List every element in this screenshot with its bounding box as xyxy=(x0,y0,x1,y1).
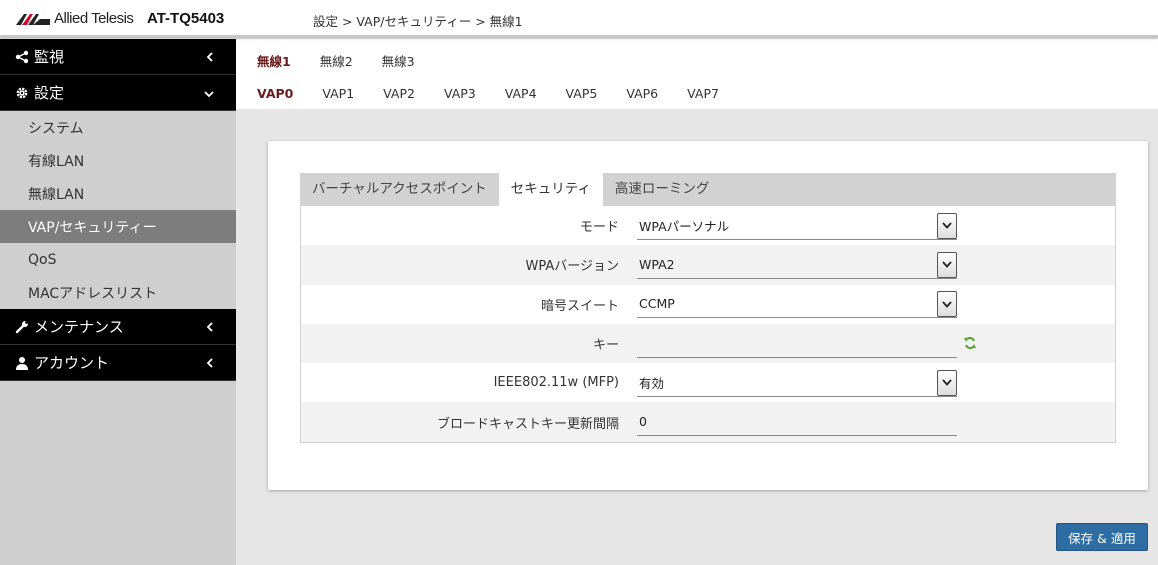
top-header: Allied Telesis AT-TQ5403 設定 > VAP/セキュリティ… xyxy=(0,0,1158,37)
wpa-version-label: WPAバージョン xyxy=(525,259,620,275)
sidebar-section-monitor[interactable]: 監視 xyxy=(0,39,236,75)
share-icon xyxy=(13,50,31,64)
mfp-label: IEEE802.11w (MFP) xyxy=(493,375,619,391)
chevron-down-icon xyxy=(937,251,957,278)
sidebar-section-label: アカウント xyxy=(34,354,110,372)
vap-tab-row: VAP0 VAP1 VAP2 VAP3 VAP4 VAP5 VAP6 VAP7 xyxy=(236,78,719,108)
chevron-left-icon xyxy=(206,357,214,371)
chevron-down-icon xyxy=(937,212,957,239)
tab-vap6[interactable]: VAP6 xyxy=(626,86,658,101)
sidebar-section-label: 設定 xyxy=(34,84,65,102)
tab-vap1[interactable]: VAP1 xyxy=(322,86,354,101)
form-row-key: キー xyxy=(301,323,1115,364)
sidebar-item-mac-address-list[interactable]: MACアドレスリスト xyxy=(0,276,236,309)
tab-vap0[interactable]: VAP0 xyxy=(257,86,293,101)
sidebar-item-wireless-lan[interactable]: 無線LAN xyxy=(0,177,236,210)
sidebar-section-maintenance[interactable]: メンテナンス xyxy=(0,309,236,345)
tab-vap3[interactable]: VAP3 xyxy=(444,86,476,101)
form-row-wpa-version: WPAバージョン WPA2 xyxy=(301,245,1115,285)
tab-bar: 無線1 無線2 無線3 VAP0 VAP1 VAP2 VAP3 VAP4 VAP… xyxy=(236,39,1158,109)
sidebar-item-vap-security[interactable]: VAP/セキュリティー xyxy=(0,210,236,243)
sidebar: 監視 設定 システム 有線LAN 無線LAN VAP/セキュリティー QoS M… xyxy=(0,39,236,565)
tab-radio3[interactable]: 無線3 xyxy=(382,51,415,70)
tab-vap5[interactable]: VAP5 xyxy=(566,86,598,101)
cipher-suite-value: CCMP xyxy=(639,296,675,312)
broadcast-key-interval-label: ブロードキャストキー更新間隔 xyxy=(436,416,619,432)
sidebar-item-wired-lan[interactable]: 有線LAN xyxy=(0,144,236,177)
tab-security[interactable]: セキュリティ xyxy=(498,173,603,206)
chevron-down-icon xyxy=(937,291,957,318)
user-icon xyxy=(13,356,31,370)
inner-tab-bar: バーチャルアクセスポイント セキュリティ 高速ローミング xyxy=(300,173,1116,206)
sidebar-section-label: メンテナンス xyxy=(34,318,124,336)
form-row-mfp: IEEE802.11w (MFP) 有効 xyxy=(301,363,1115,402)
mode-select[interactable]: WPAパーソナル xyxy=(637,212,957,240)
mfp-select[interactable]: 有効 xyxy=(637,369,957,397)
wpa-version-select[interactable]: WPA2 xyxy=(637,251,957,279)
tab-vap7[interactable]: VAP7 xyxy=(687,86,719,101)
sidebar-section-settings[interactable]: 設定 xyxy=(0,75,236,111)
sidebar-section-account[interactable]: アカウント xyxy=(0,345,236,381)
chevron-down-icon xyxy=(204,87,214,101)
device-model: AT-TQ5403 xyxy=(147,10,225,27)
wrench-icon xyxy=(13,320,31,334)
chevron-left-icon xyxy=(206,51,214,65)
brand-logo: Allied Telesis xyxy=(16,10,134,27)
tab-vap2[interactable]: VAP2 xyxy=(383,86,415,101)
key-label: キー xyxy=(592,338,619,354)
sidebar-item-qos[interactable]: QoS xyxy=(0,243,236,276)
tab-virtual-access-point[interactable]: バーチャルアクセスポイント xyxy=(300,173,499,206)
mfp-value: 有効 xyxy=(639,375,665,391)
brand-name: Allied Telesis xyxy=(54,10,134,27)
save-apply-button[interactable]: 保存 & 適用 xyxy=(1056,523,1148,551)
key-input[interactable] xyxy=(637,330,957,358)
cipher-suite-label: 暗号スイート xyxy=(540,298,619,314)
refresh-icon[interactable] xyxy=(963,336,977,354)
broadcast-key-interval-value: 0 xyxy=(639,414,647,430)
sidebar-item-system[interactable]: システム xyxy=(0,111,236,144)
form-row-broadcast-key-interval: ブロードキャストキー更新間隔 0 xyxy=(301,402,1115,442)
tab-radio1[interactable]: 無線1 xyxy=(257,51,291,70)
chevron-down-icon xyxy=(937,369,957,396)
breadcrumb: 設定 > VAP/セキュリティー > 無線1 xyxy=(313,14,523,29)
broadcast-key-interval-input[interactable]: 0 xyxy=(637,408,957,437)
allied-telesis-logo-mark xyxy=(16,13,50,25)
gear-icon xyxy=(13,86,31,100)
settings-card: バーチャルアクセスポイント セキュリティ 高速ローミング モード WPAパーソナ… xyxy=(268,141,1148,490)
cipher-suite-select[interactable]: CCMP xyxy=(637,290,957,319)
tab-vap4[interactable]: VAP4 xyxy=(505,86,537,101)
tab-fast-roaming[interactable]: 高速ローミング xyxy=(603,173,722,206)
mode-label: モード xyxy=(579,220,619,236)
radio-tab-row: 無線1 無線2 無線3 xyxy=(236,45,415,75)
mode-value: WPAパーソナル xyxy=(639,218,730,234)
form-row-mode: モード WPAパーソナル xyxy=(301,206,1115,245)
main-content: バーチャルアクセスポイント セキュリティ 高速ローミング モード WPAパーソナ… xyxy=(236,109,1158,565)
form-row-cipher-suite: 暗号スイート CCMP xyxy=(301,285,1115,324)
chevron-left-icon xyxy=(206,321,214,335)
security-form: モード WPAパーソナル WPAバージョン WPA2 暗号スイート CCMP キ… xyxy=(300,206,1116,443)
tab-radio2[interactable]: 無線2 xyxy=(320,51,353,70)
sidebar-section-label: 監視 xyxy=(34,48,65,66)
wpa-version-value: WPA2 xyxy=(639,256,675,272)
